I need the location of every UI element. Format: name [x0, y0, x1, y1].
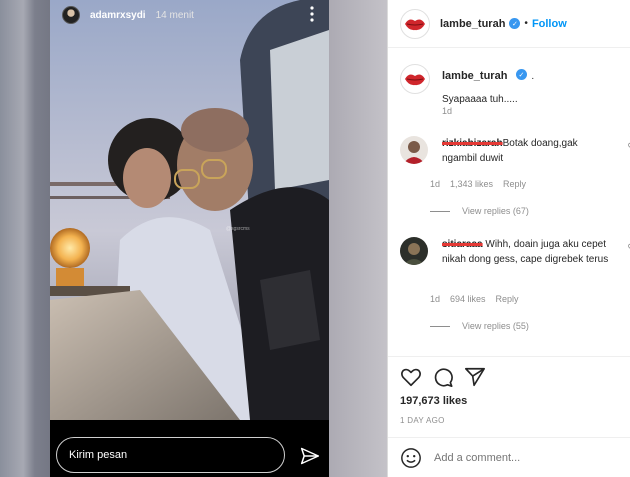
caption-avatar[interactable] — [400, 64, 430, 94]
view-replies-line — [430, 325, 450, 327]
story-watermark: @sgsrcms — [226, 226, 250, 232]
comment-avatar[interactable] — [400, 136, 428, 164]
verified-icon: ✓ — [509, 18, 521, 29]
add-comment-row — [400, 447, 594, 469]
caption-body: lambe_turah ✓ . Syapaaaa tuh..... — [442, 66, 534, 105]
comment-username[interactable]: rizkiabizarah — [442, 138, 503, 149]
story-avatar[interactable] — [62, 6, 80, 24]
heart-icon[interactable] — [400, 366, 422, 388]
post-actions — [400, 366, 486, 388]
post-timestamp: 1 DAY AGO — [400, 416, 445, 425]
story-reply-placeholder: Kirim pesan — [69, 449, 128, 461]
comment-likes[interactable]: 694 likes — [450, 294, 486, 304]
view-replies-line — [430, 210, 450, 212]
story-photo — [50, 0, 329, 420]
share-icon[interactable] — [464, 366, 486, 388]
comment-body: sitiaraaa Wihh, doain juga aku cepet nik… — [442, 237, 612, 267]
view-replies-button[interactable]: View replies (67) — [430, 206, 529, 216]
comment-reply-button[interactable]: Reply — [503, 179, 526, 189]
comment-username[interactable]: sitiaraaa — [442, 239, 483, 250]
view-replies-label: View replies (67) — [462, 206, 529, 216]
view-replies-button[interactable]: View replies (55) — [430, 321, 529, 331]
comment-avatar[interactable] — [400, 237, 428, 265]
comment-likes[interactable]: 1,343 likes — [450, 179, 493, 189]
story-time: 14 menit — [155, 9, 194, 21]
post-header: lambe_turah ✓ • Follow — [388, 0, 630, 48]
caption-separator: . — [531, 71, 535, 82]
story-header: adamrxsydi 14 menit — [50, 0, 329, 30]
lips-icon — [405, 19, 425, 30]
comment-meta: 1d 1,343 likes Reply — [430, 179, 526, 189]
caption-username[interactable]: lambe_turah — [442, 70, 507, 82]
comment-time: 1d — [430, 294, 441, 304]
divider — [388, 437, 630, 438]
comment-meta: 1d 694 likes Reply — [430, 294, 519, 304]
caption-text: Syapaaaa tuh..... — [442, 94, 518, 105]
caption-time: 1d — [442, 106, 453, 116]
verified-icon: ✓ — [515, 69, 527, 81]
emoji-icon[interactable] — [400, 447, 422, 469]
comment-body: rizkiabizarahBotak doang,gak ngambil duw… — [442, 136, 612, 166]
view-replies-label: View replies (55) — [462, 321, 529, 331]
comment-reply-button[interactable]: Reply — [496, 294, 519, 304]
story-viewer: @sgsrcms adamrxsydi 14 menit Kirim pesan — [50, 0, 329, 477]
likes-count[interactable]: 197,673 likes — [400, 395, 467, 407]
comment-time: 1d — [430, 179, 441, 189]
story-username[interactable]: adamrxsydi — [90, 10, 146, 21]
follow-button[interactable]: Follow — [532, 18, 567, 30]
profile-avatar[interactable] — [400, 8, 430, 39]
header-separator: • — [524, 18, 528, 29]
add-comment-input[interactable] — [434, 452, 594, 464]
post-panel: lambe_turah ✓ • Follow lambe_turah ✓ . S… — [387, 0, 630, 477]
paper-plane-icon[interactable] — [300, 446, 320, 466]
more-vertical-icon[interactable] — [309, 6, 315, 22]
divider — [388, 356, 630, 357]
header-username[interactable]: lambe_turah — [440, 18, 505, 30]
comment-icon[interactable] — [432, 366, 454, 388]
story-reply-input[interactable]: Kirim pesan — [56, 437, 285, 473]
lips-icon — [405, 74, 425, 86]
